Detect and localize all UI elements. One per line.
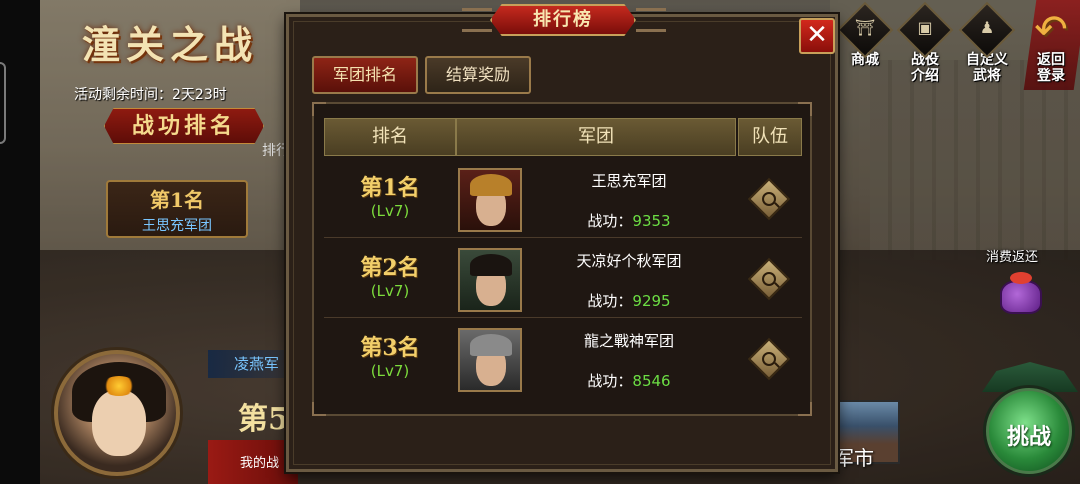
first-place-name: 王思充军团 bbox=[142, 218, 212, 234]
market-label: 军市 bbox=[834, 446, 874, 470]
gift-bag-icon bbox=[1000, 280, 1042, 314]
event-title: 潼关之战 bbox=[82, 22, 259, 67]
close-button[interactable]: ✕ bbox=[799, 18, 835, 54]
search-icon bbox=[762, 192, 776, 206]
player-rank: 第5 bbox=[238, 402, 289, 437]
row-legion-name: 龍之戰神军团 bbox=[583, 332, 674, 350]
device-edge bbox=[0, 0, 40, 484]
back-to-login-button[interactable]: ↶ 返回 登录 bbox=[1022, 10, 1080, 84]
custom-general-button[interactable]: ♟ 自定义 武将 bbox=[958, 1, 1016, 84]
table-row: 第1名 (Lv7) 王思充军团 战功：9353 bbox=[324, 162, 802, 238]
table-row: 第3名 (Lv7) 龍之戰神军团 战功：8546 bbox=[324, 322, 802, 398]
row-rank: 第1名 bbox=[360, 175, 420, 201]
row-level: (Lv7) bbox=[370, 362, 410, 380]
close-icon: ✕ bbox=[806, 20, 828, 50]
row-merit: 战功：9353 bbox=[587, 212, 671, 230]
first-place-rank: 第1名 bbox=[150, 188, 204, 212]
column-rank: 排名 bbox=[324, 118, 456, 156]
legion-leader-avatar bbox=[458, 248, 522, 312]
challenge-button[interactable]: 挑战 bbox=[974, 362, 1080, 484]
title-ornament-left bbox=[462, 8, 492, 32]
campaign-intro-button[interactable]: ▣ 战役 介绍 bbox=[896, 1, 954, 84]
consume-return-label: 消费返还 bbox=[986, 250, 1039, 265]
row-legion-name: 王思充军团 bbox=[591, 172, 667, 190]
shop-button[interactable]: ⛩ 商城 bbox=[836, 1, 894, 68]
event-remaining-time: 活动剩余时间：2天23时 bbox=[74, 87, 227, 103]
search-icon bbox=[762, 352, 776, 366]
row-level: (Lv7) bbox=[370, 202, 410, 220]
row-merit: 战功：8546 bbox=[587, 372, 671, 390]
row-merit: 战功：9295 bbox=[587, 292, 671, 310]
ranking-table: 排名 军团 队伍 第1名 (Lv7) 王思充军团 战功：9353 第2名 (Lv… bbox=[312, 102, 812, 416]
view-team-button[interactable] bbox=[747, 177, 791, 221]
consume-return-button[interactable] bbox=[996, 266, 1046, 322]
market-thumbnail[interactable]: 军市 bbox=[832, 400, 900, 470]
title-ornament-right bbox=[636, 8, 666, 32]
row-rank: 第2名 bbox=[360, 255, 420, 281]
column-legion: 军团 bbox=[456, 118, 736, 156]
view-team-button[interactable] bbox=[747, 337, 791, 381]
table-row: 第2名 (Lv7) 天凉好个秋军团 战功：9295 bbox=[324, 242, 802, 318]
table-header: 排名 军团 队伍 bbox=[324, 118, 802, 156]
first-place-card[interactable]: 第1名 王思充军团 bbox=[106, 180, 248, 238]
row-rank: 第3名 bbox=[360, 335, 420, 361]
tab-legion-ranking[interactable]: 军团排名 bbox=[312, 56, 418, 94]
back-arrow-icon: ↶ bbox=[1034, 7, 1068, 53]
player-legion-name: 凌燕军 bbox=[208, 350, 298, 378]
view-team-button[interactable] bbox=[747, 257, 791, 301]
my-battle-bar: 我的战 bbox=[208, 440, 298, 484]
row-legion-name: 天凉好个秋军团 bbox=[576, 252, 682, 270]
dialog-title: 排行榜 bbox=[490, 4, 636, 36]
tab-settlement-reward[interactable]: 结算奖励 bbox=[425, 56, 531, 94]
merit-ranking-banner: 战功排名 bbox=[104, 108, 264, 144]
legion-leader-avatar bbox=[458, 328, 522, 392]
column-team: 队伍 bbox=[738, 118, 802, 156]
row-level: (Lv7) bbox=[370, 282, 410, 300]
challenge-label: 挑战 bbox=[1006, 425, 1051, 450]
legion-leader-avatar bbox=[458, 168, 522, 232]
search-icon bbox=[762, 272, 776, 286]
player-avatar[interactable] bbox=[54, 350, 180, 476]
top-right-menu: ⛩ 商城 ▣ 战役 介绍 ♟ 自定义 武将 ↶ 返回 登录 bbox=[836, 1, 1080, 100]
